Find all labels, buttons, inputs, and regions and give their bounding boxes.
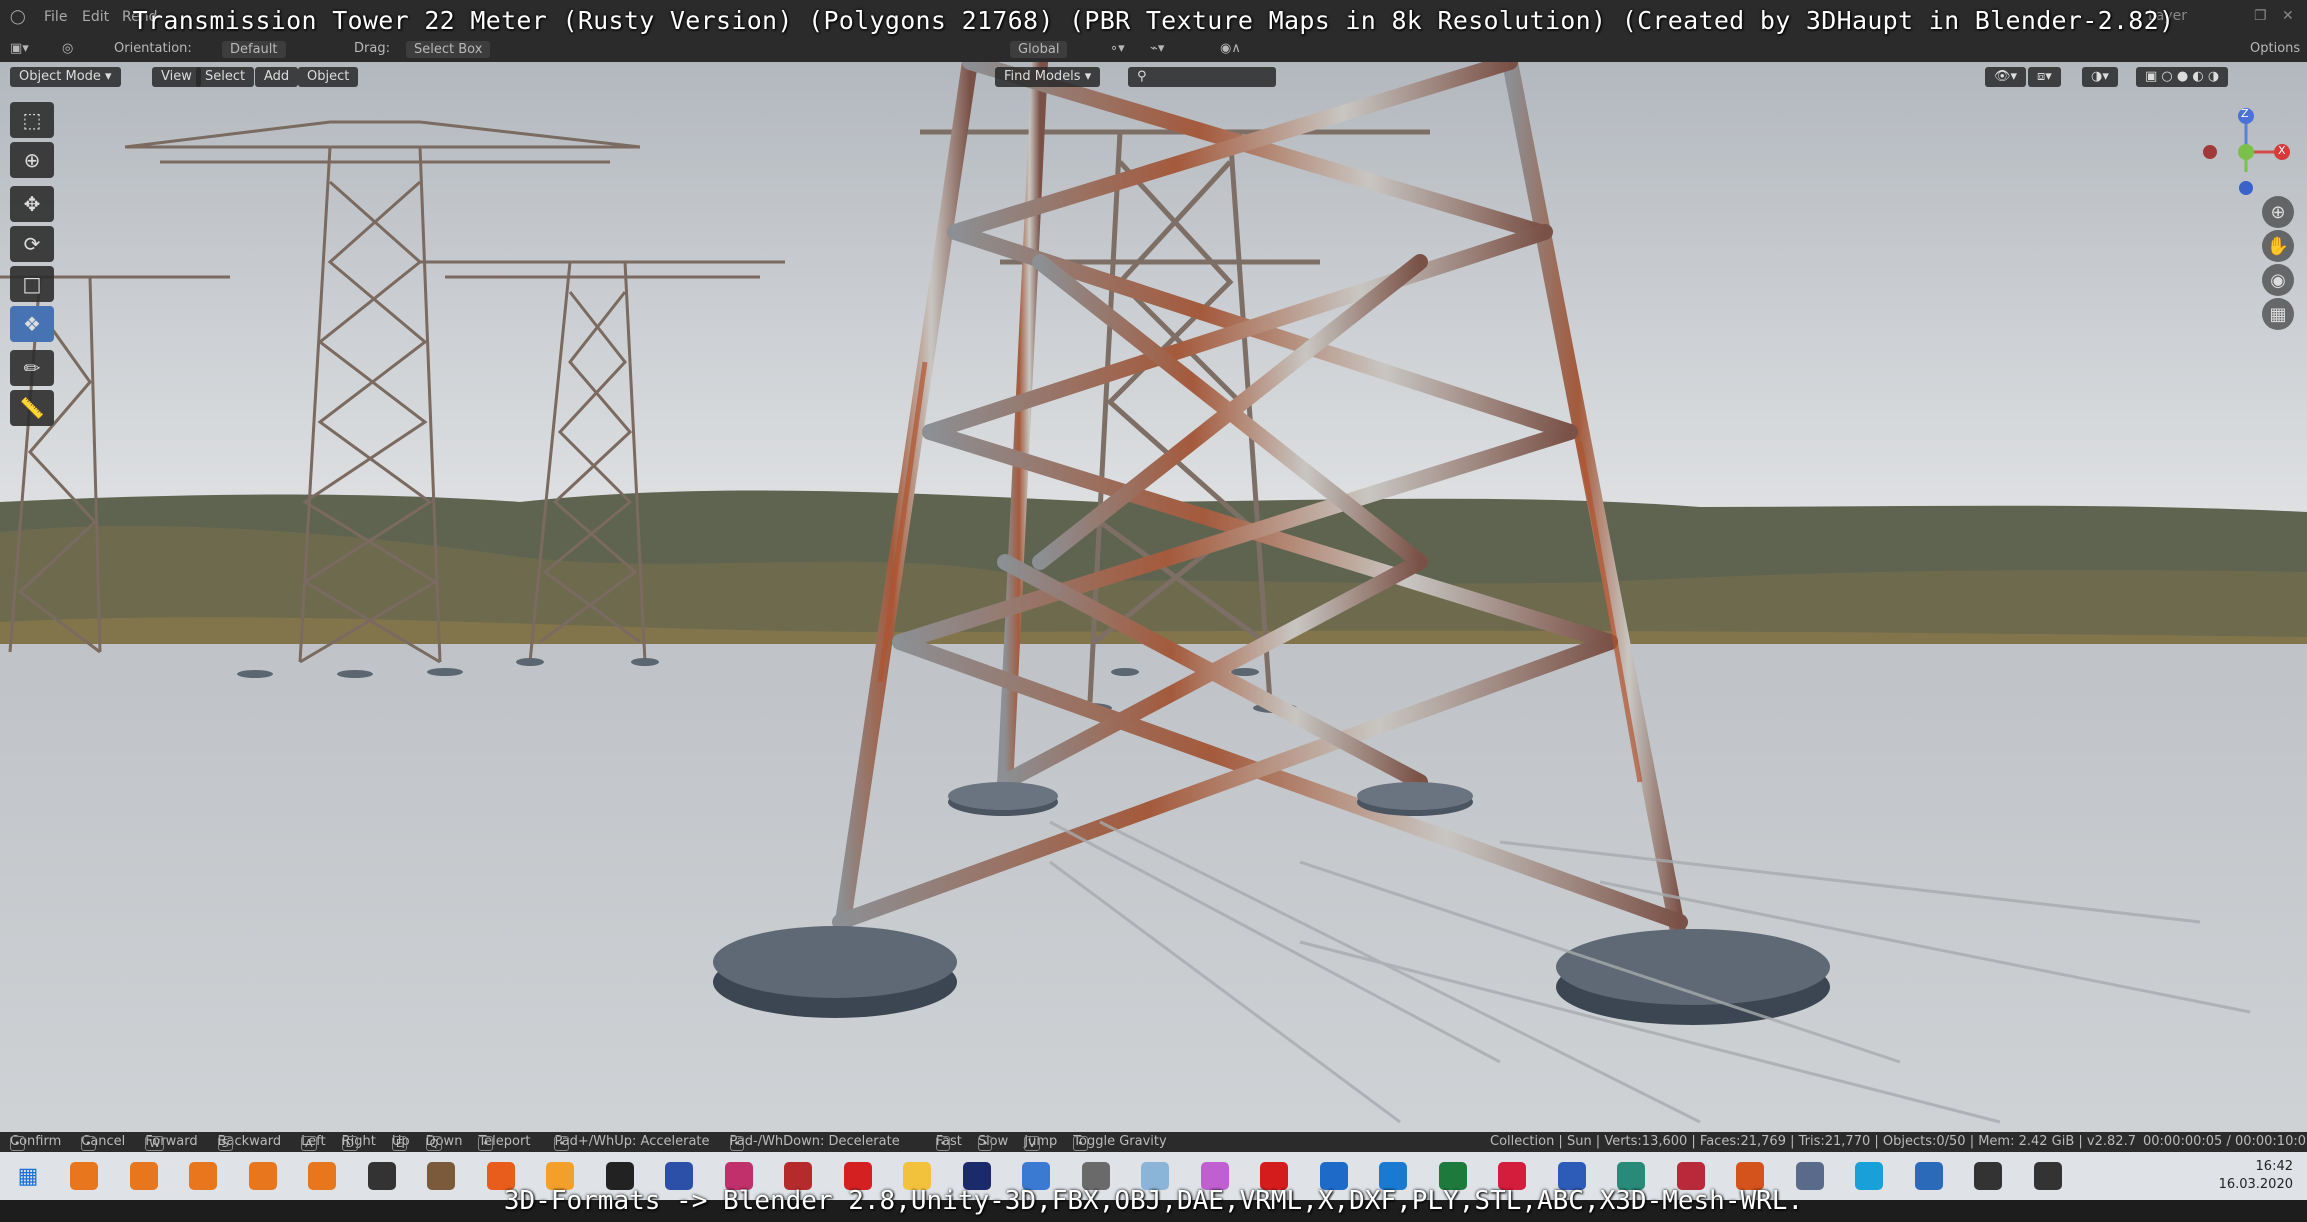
z-axis-label: Z bbox=[2241, 107, 2249, 120]
object-mode-value: Object Mode bbox=[19, 69, 101, 84]
gizmo-toggle-icon[interactable]: ⧈▾ bbox=[2028, 67, 2061, 87]
playback-timer: 00:00:00:05 / 00:00:10:09 bbox=[2143, 1134, 2307, 1149]
key-hint: • bbox=[1073, 1136, 1088, 1151]
snap-icon[interactable]: ⌁▾ bbox=[1150, 41, 1164, 56]
status-shortcut: Q Down bbox=[425, 1134, 462, 1151]
select-box-icon[interactable]: ⬚ bbox=[10, 102, 54, 138]
drag-dropdown[interactable]: Select Box bbox=[406, 41, 491, 58]
key-hint: • bbox=[977, 1136, 993, 1151]
find-models-dropdown[interactable]: Find Models ▾ bbox=[995, 67, 1101, 87]
scene-statistics: Collection | Sun | Verts:13,600 | Faces:… bbox=[1490, 1134, 2136, 1149]
cursor-icon[interactable]: ⊕ bbox=[10, 142, 54, 178]
status-shortcut: D Right bbox=[341, 1134, 376, 1151]
visibility-dropdown[interactable]: 👁▾ bbox=[1985, 67, 2027, 87]
status-shortcut: • Slow bbox=[977, 1134, 1008, 1151]
status-shortcut: S Backward bbox=[217, 1134, 281, 1151]
status-bar: • Confirm • Cancel W Forward S Backward A Left D Ri… bbox=[0, 1132, 2307, 1152]
shading-mode-icons[interactable]: ▣ ○ ● ◐ ◑ bbox=[2136, 67, 2229, 87]
measure-icon[interactable]: 📏 bbox=[10, 390, 54, 426]
menu-add[interactable]: Add bbox=[255, 67, 299, 87]
menu-object[interactable]: Object bbox=[298, 67, 359, 87]
proportional-edit-icon[interactable]: ◉∧ bbox=[1220, 41, 1241, 56]
status-shortcut: A Left bbox=[301, 1134, 326, 1151]
options-dropdown[interactable]: Options bbox=[2250, 41, 2300, 56]
key-hint: S bbox=[217, 1136, 233, 1151]
move-icon[interactable]: ✥ bbox=[10, 186, 54, 222]
drag-label: Drag: bbox=[354, 41, 390, 56]
3d-viewport[interactable]: Object Mode ▾ View Select Add Object Fin… bbox=[0, 62, 2307, 1132]
menu-view[interactable]: View bbox=[152, 67, 201, 87]
key-hint: E bbox=[391, 1136, 407, 1151]
orientation-label: Orientation: bbox=[114, 41, 192, 56]
transform-tool-icon[interactable]: ❖ bbox=[10, 306, 54, 342]
key-hint: D bbox=[341, 1136, 359, 1151]
orientation-value: Default bbox=[222, 41, 286, 58]
status-shortcut: E Up bbox=[391, 1134, 410, 1151]
status-shortcut: W Forward bbox=[145, 1134, 198, 1151]
shortcut-label: Pad+/WhUp: Accelerate bbox=[554, 1134, 710, 1149]
scene-render bbox=[0, 62, 2307, 1132]
status-shortcuts: • Confirm • Cancel W Forward S Backward A Left D Ri… bbox=[10, 1134, 1167, 1151]
clock-time: 16:42 bbox=[2255, 1159, 2293, 1174]
transform-icon[interactable]: ◎ bbox=[62, 41, 73, 56]
status-shortcut: V Jump bbox=[1024, 1134, 1057, 1151]
status-shortcut: • Pad-/WhDown: Decelerate bbox=[729, 1134, 900, 1151]
tool-icon[interactable]: ▣▾ bbox=[10, 41, 29, 56]
search-input[interactable]: ⚲ bbox=[1128, 67, 1276, 87]
rotate-icon[interactable]: ⟳ bbox=[10, 226, 54, 262]
drag-value: Select Box bbox=[406, 41, 491, 58]
transform-orientation-value: Global bbox=[1010, 41, 1068, 58]
key-hint: • bbox=[554, 1136, 569, 1151]
overlay-toggle-icon[interactable]: ◑▾ bbox=[2082, 67, 2118, 87]
status-shortcut: • Teleport bbox=[478, 1134, 530, 1151]
status-shortcut: • Cancel bbox=[81, 1134, 125, 1151]
status-shortcut: • Confirm bbox=[10, 1134, 61, 1151]
key-hint: • bbox=[81, 1136, 96, 1151]
camera-icon[interactable]: ◉ bbox=[2262, 264, 2294, 296]
grid-ortho-icon[interactable]: ▦ bbox=[2262, 298, 2294, 330]
shortcut-label: Pad-/WhDown: Decelerate bbox=[729, 1134, 900, 1149]
toolbar: ⬚ ⊕ ✥ ⟳ □ ❖ ✏ 📏 bbox=[10, 102, 58, 430]
tool-settings-header: ▣▾ ◎ Orientation: Default Drag: Select B… bbox=[0, 36, 2307, 62]
transform-orientation-dropdown[interactable]: Global bbox=[1010, 41, 1068, 58]
orientation-dropdown[interactable]: Default bbox=[222, 41, 286, 58]
key-hint: V bbox=[1024, 1136, 1040, 1151]
key-hint: • bbox=[478, 1136, 493, 1151]
x-axis-label: X bbox=[2278, 144, 2286, 157]
key-hint: • bbox=[729, 1136, 745, 1151]
video-title-caption: Transmission Tower 22 Meter (Rusty Versi… bbox=[132, 6, 2175, 35]
pivot-icon[interactable]: ∘▾ bbox=[1110, 41, 1125, 56]
status-shortcut: • Pad+/WhUp: Accelerate bbox=[554, 1134, 710, 1151]
ground-plane bbox=[0, 644, 2307, 1132]
search-icon: ⚲ bbox=[1137, 69, 1147, 84]
key-hint: Q bbox=[425, 1136, 443, 1151]
status-shortcut: • Fast bbox=[935, 1134, 962, 1151]
object-mode-dropdown[interactable]: Object Mode ▾ bbox=[10, 67, 121, 87]
scale-icon[interactable]: □ bbox=[10, 266, 54, 302]
screen: ◯ File Edit Rend Layer ❐ ✕ Transmission … bbox=[0, 0, 2307, 1222]
navigation-gizmo[interactable]: Z X bbox=[2196, 102, 2296, 202]
key-hint: • bbox=[10, 1136, 25, 1151]
find-models-label: Find Models bbox=[1004, 69, 1081, 84]
zoom-icon[interactable]: ⊕ bbox=[2262, 196, 2294, 228]
status-shortcut: • Toggle Gravity bbox=[1073, 1134, 1167, 1151]
menu-select[interactable]: Select bbox=[196, 67, 255, 87]
key-hint: W bbox=[145, 1136, 165, 1151]
pan-hand-icon[interactable]: ✋ bbox=[2262, 230, 2294, 262]
key-hint: • bbox=[935, 1136, 951, 1151]
key-hint: A bbox=[301, 1136, 317, 1151]
annotate-icon[interactable]: ✏ bbox=[10, 350, 54, 386]
formats-caption: 3D-Formats -> Blender 2.8,Unity-3D,FBX,O… bbox=[503, 1186, 1804, 1216]
